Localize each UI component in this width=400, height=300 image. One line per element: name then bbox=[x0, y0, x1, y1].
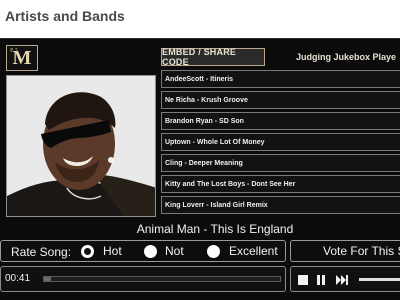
playback-controls bbox=[290, 266, 400, 292]
rate-excellent-label: Excellent bbox=[229, 244, 278, 258]
page-title: Artists and Bands bbox=[5, 8, 125, 24]
playlist-item[interactable]: Brandon Ryan - SD Son bbox=[161, 112, 400, 130]
stop-icon[interactable] bbox=[297, 274, 309, 286]
page-header: Artists and Bands bbox=[0, 0, 400, 36]
logo-p-mark: P 3 bbox=[10, 48, 18, 54]
rate-hot-radio[interactable] bbox=[81, 245, 94, 258]
pause-icon[interactable] bbox=[315, 274, 327, 286]
artist-photo bbox=[6, 75, 156, 217]
vote-button[interactable]: Vote For This S bbox=[290, 240, 400, 262]
rate-not-label: Not bbox=[165, 244, 184, 258]
elapsed-time: 00:41 bbox=[5, 273, 31, 284]
playlist-item[interactable]: Uptown - Whole Lot Of Money bbox=[161, 133, 400, 151]
playlist-item[interactable]: Cling - Deeper Meaning bbox=[161, 154, 400, 172]
progress-fill bbox=[44, 277, 52, 281]
mp3-logo: P 3 M bbox=[6, 45, 38, 71]
progress-track[interactable] bbox=[43, 276, 281, 282]
playlist: AndeeScott - Itineris Ne Richa - Krush G… bbox=[161, 70, 400, 222]
playlist-item[interactable]: AndeeScott - Itineris bbox=[161, 70, 400, 88]
rate-song-bar: Rate Song: Hot Not Excellent bbox=[0, 240, 286, 262]
playlist-item[interactable]: Kitty and The Lost Boys - Dont See Her bbox=[161, 175, 400, 193]
playlist-item[interactable]: Ne Richa - Krush Groove bbox=[161, 91, 400, 109]
progress-bar-panel: 00:41 bbox=[0, 266, 286, 292]
now-playing-title: Animal Man - This Is England bbox=[136, 222, 294, 236]
jukebox-player: P 3 M EMBED / SHARE CODE Judging Jukebox… bbox=[0, 38, 400, 300]
volume-slider[interactable] bbox=[359, 278, 400, 281]
rate-song-label: Rate Song: bbox=[11, 245, 72, 259]
embed-share-button[interactable]: EMBED / SHARE CODE bbox=[161, 47, 265, 67]
rate-hot-label: Hot bbox=[103, 244, 122, 258]
rate-not-radio[interactable] bbox=[144, 245, 157, 258]
rate-excellent-radio[interactable] bbox=[207, 245, 220, 258]
player-name: Judging Jukebox Playe bbox=[296, 52, 397, 62]
next-icon[interactable] bbox=[335, 274, 349, 286]
artist-photo-image bbox=[7, 76, 155, 216]
playlist-item[interactable]: King Loverr - Island Girl Remix bbox=[161, 196, 400, 214]
